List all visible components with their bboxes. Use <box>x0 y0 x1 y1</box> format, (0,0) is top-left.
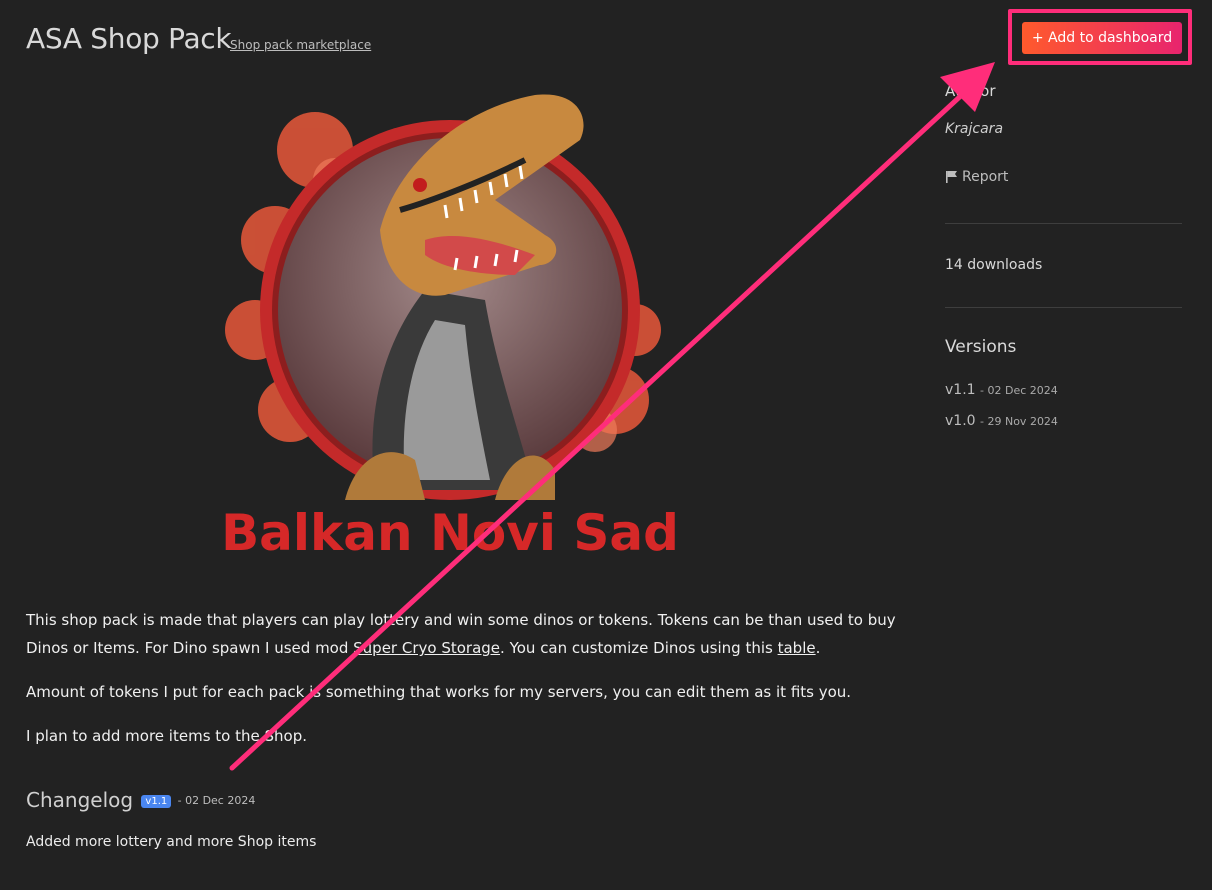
versions-title: Versions <box>945 337 1017 357</box>
super-cryo-storage-link[interactable]: Super Cryo Storage <box>353 639 500 657</box>
flag-icon <box>946 171 957 183</box>
add-to-dashboard-button[interactable]: + Add to dashboard <box>1022 22 1182 54</box>
version-item[interactable]: v1.1 - 02 Dec 2024 <box>945 382 1058 398</box>
author-name[interactable]: Krajcara <box>945 121 1003 137</box>
description-text: . <box>815 639 821 657</box>
version-item[interactable]: v1.0 - 29 Nov 2024 <box>945 413 1058 429</box>
version-badge: v1.1 <box>141 795 172 808</box>
report-link[interactable]: Report <box>945 169 1008 185</box>
changelog-date: - 02 Dec 2024 <box>177 794 256 807</box>
page-title: ASA Shop Pack <box>26 22 232 55</box>
version-date: - 29 Nov 2024 <box>980 415 1058 428</box>
description-paragraph: This shop pack is made that players can … <box>26 606 906 662</box>
logo-text: Balkan Novi Sad <box>221 504 679 562</box>
shop-pack-marketplace-link[interactable]: Shop pack marketplace <box>230 38 371 52</box>
description-paragraph: I plan to add more items to the Shop. <box>26 727 307 745</box>
version-number: v1.1 <box>945 382 976 398</box>
version-date: - 02 Dec 2024 <box>980 384 1058 397</box>
author-heading: Author <box>945 82 996 100</box>
table-link[interactable]: table <box>778 639 816 657</box>
downloads-count: 14 downloads <box>945 257 1043 273</box>
divider <box>945 307 1182 308</box>
description-text: . You can customize Dinos using this <box>500 639 778 657</box>
description-paragraph: Amount of tokens I put for each pack is … <box>26 683 852 701</box>
version-number: v1.0 <box>945 413 976 429</box>
changelog-body: Added more lottery and more Shop items <box>26 834 317 850</box>
changelog-title: Changelog <box>26 788 134 812</box>
divider <box>945 223 1182 224</box>
report-label: Report <box>962 169 1009 185</box>
pack-logo-image: Balkan Novi Sad <box>221 94 679 562</box>
changelog-heading: Changelog v1.1 - 02 Dec 2024 <box>26 788 255 812</box>
